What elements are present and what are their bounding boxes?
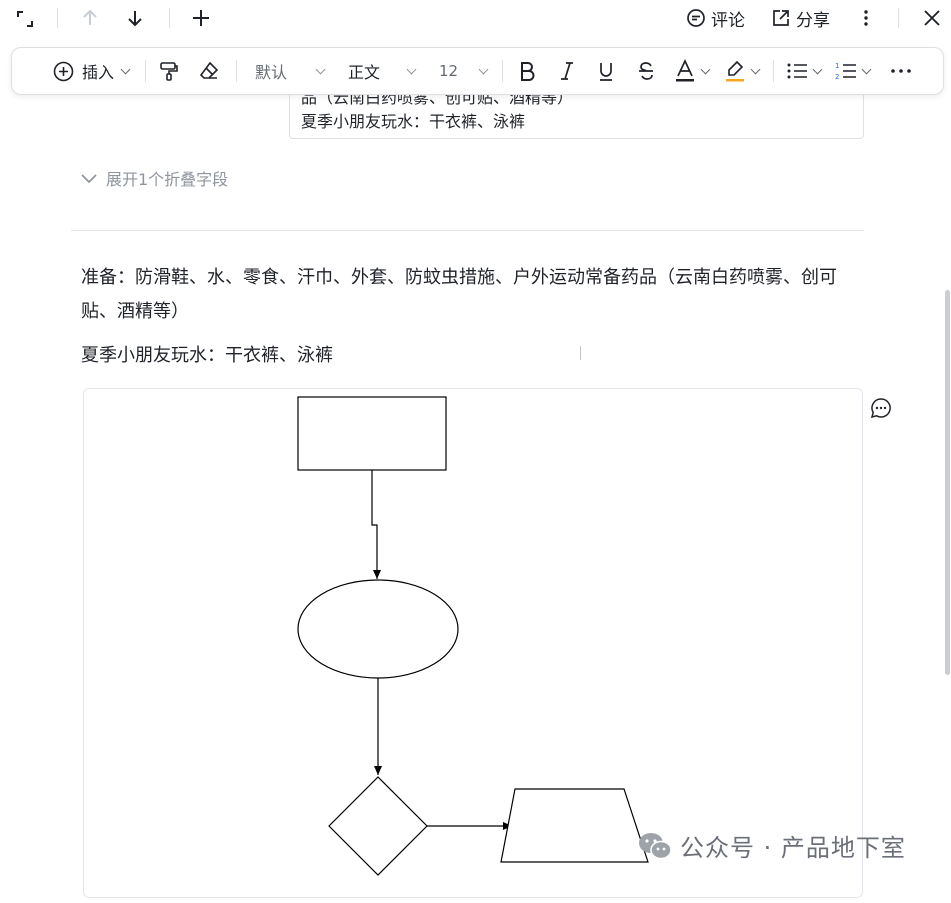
- process-rectangle: [297, 396, 447, 471]
- text-color-button[interactable]: [674, 48, 711, 94]
- font-family-select[interactable]: 默认: [255, 48, 326, 94]
- chevron-down-icon: [406, 64, 417, 74]
- share-label: 分享: [796, 10, 830, 31]
- manual-operation-trapezoid: [500, 788, 649, 863]
- format-painter-icon[interactable]: [158, 48, 180, 94]
- numbered-list-button[interactable]: 12: [835, 48, 872, 94]
- flowchart-block[interactable]: [83, 388, 863, 898]
- font-size-value: 12: [439, 62, 459, 80]
- cell-text-line-2: 夏季小朋友玩水：干衣裤、泳裤: [301, 112, 526, 131]
- chevron-down-icon: [120, 64, 131, 74]
- watermark: 公众号 · 产品地下室: [638, 828, 906, 863]
- comment-label: 评论: [711, 10, 745, 31]
- numbered-list-icon: 12: [835, 62, 856, 81]
- connector-rect-to-ellipse: [371, 470, 381, 579]
- comment-button[interactable]: 评论: [686, 6, 745, 31]
- paragraph-summer-kids[interactable]: 夏季小朋友玩水：干衣裤、泳裤: [81, 339, 861, 373]
- font-family-value: 默认: [255, 63, 288, 82]
- watermark-text: 公众号 · 产品地下室: [680, 834, 906, 862]
- strikethrough-icon[interactable]: [636, 48, 656, 94]
- arrow-up-icon[interactable]: [78, 6, 102, 30]
- comment-bubble-icon[interactable]: [870, 397, 892, 419]
- chevron-down-icon: [812, 64, 823, 74]
- share-button[interactable]: 分享: [771, 6, 830, 31]
- chevron-down-icon: [700, 64, 711, 74]
- close-icon[interactable]: [920, 6, 944, 30]
- flowchart-canvas: [297, 396, 649, 876]
- chevron-down-icon: [861, 64, 872, 74]
- comment-icon: [687, 9, 705, 27]
- arrow-down-icon[interactable]: [123, 6, 147, 30]
- eraser-icon[interactable]: [198, 48, 220, 94]
- italic-icon[interactable]: [557, 48, 577, 94]
- more-horizontal-icon[interactable]: [890, 48, 912, 94]
- paragraph-preparation[interactable]: 准备：防滑鞋、水、零食、汗巾、外套、防蚊虫措施、户外运动常备药品（云南白药喷雾、…: [81, 261, 861, 329]
- chevron-down-icon: [750, 64, 761, 74]
- section-divider: [71, 230, 864, 231]
- expand-folded-fields[interactable]: 展开1个折叠字段: [80, 166, 228, 190]
- text-color-icon: [676, 59, 694, 82]
- svg-text:2: 2: [835, 73, 839, 81]
- chevron-down-icon: [315, 64, 326, 74]
- plus-icon[interactable]: [189, 6, 213, 30]
- start-end-ellipse: [297, 579, 459, 679]
- chevron-down-icon: [81, 174, 97, 184]
- share-icon: [773, 10, 789, 26]
- svg-text:1: 1: [835, 62, 839, 70]
- bold-icon[interactable]: [517, 48, 537, 94]
- underline-icon[interactable]: [596, 48, 616, 94]
- font-size-select[interactable]: 12: [439, 48, 489, 94]
- top-bar: 评论 分享: [0, 0, 951, 38]
- wechat-icon: [639, 832, 672, 859]
- highlight-button[interactable]: [724, 48, 761, 94]
- paragraph-style-select[interactable]: 正文: [348, 48, 417, 94]
- highlight-icon: [726, 60, 744, 82]
- insert-plus-icon: [53, 61, 74, 81]
- vertical-scrollbar[interactable]: [945, 290, 950, 675]
- format-toolbar: 插入 默认 正文 12 12: [11, 47, 944, 95]
- bullet-list-button[interactable]: [786, 48, 823, 94]
- chevron-down-icon: [478, 64, 489, 74]
- insert-button[interactable]: 插入: [53, 48, 131, 94]
- text-cursor: [580, 346, 581, 360]
- paragraph-style-value: 正文: [348, 63, 381, 82]
- more-vertical-icon[interactable]: [855, 6, 877, 30]
- bullet-list-icon: [787, 63, 807, 79]
- insert-label: 插入: [82, 63, 115, 82]
- decision-diamond: [328, 776, 428, 876]
- fullscreen-icon[interactable]: [12, 6, 38, 32]
- expand-label: 展开1个折叠字段: [106, 170, 229, 189]
